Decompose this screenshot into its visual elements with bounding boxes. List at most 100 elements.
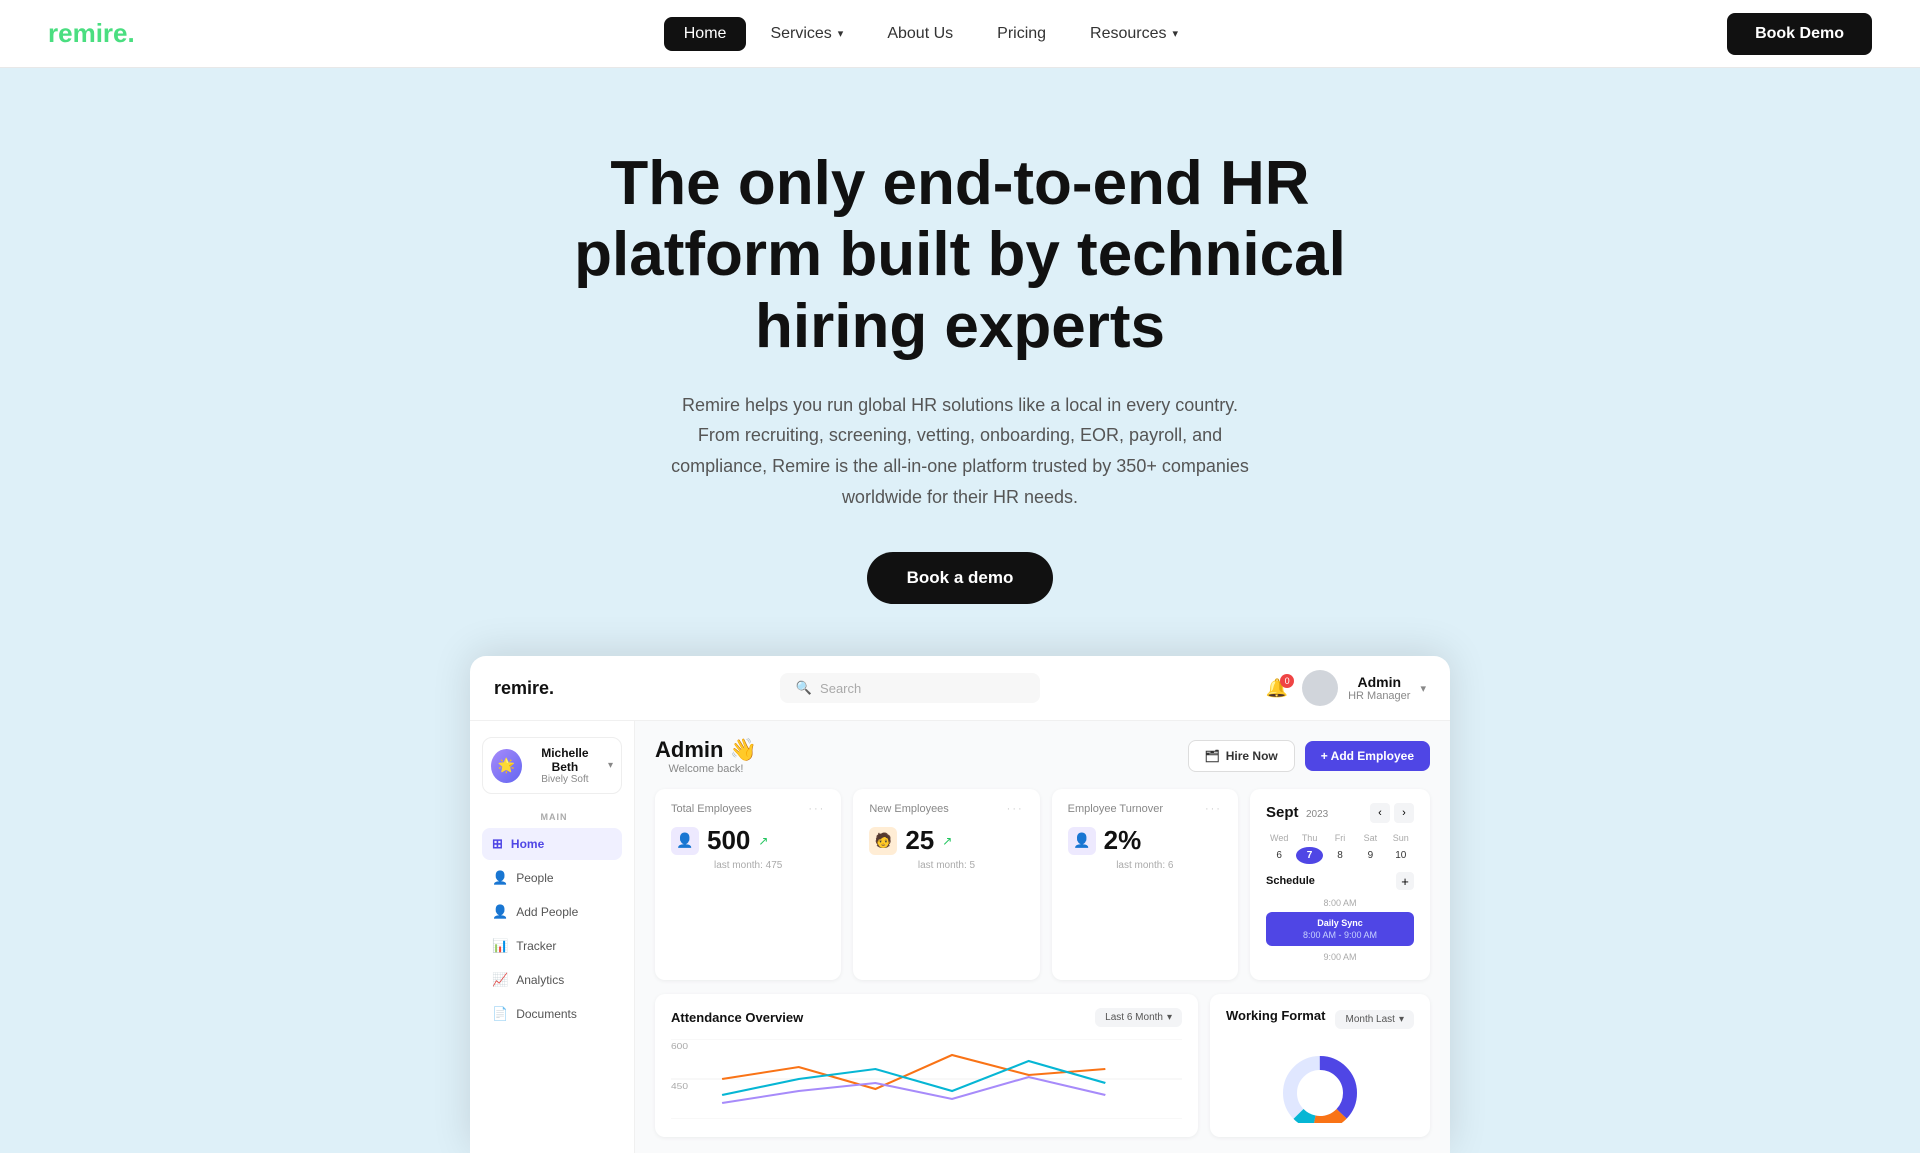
db-body: 🌟 Michelle Beth Bively Soft ▾ MAIN ⊞ Hom… xyxy=(470,721,1450,1153)
sidebar-item-people[interactable]: 👤 People xyxy=(482,862,622,894)
cal-date-6[interactable]: 6 xyxy=(1266,847,1292,864)
wf-filter-label: Month Last xyxy=(1345,1014,1394,1025)
user-chevron-icon: ▾ xyxy=(1420,682,1426,695)
hero-subtitle: Remire helps you run global HR solutions… xyxy=(670,390,1250,512)
turnover-icon: 👤 xyxy=(1068,827,1096,855)
people-icon: 👤 xyxy=(492,870,508,886)
attendance-title: Attendance Overview xyxy=(671,1010,803,1025)
stat-card-turnover: Employee Turnover ··· 👤 2% last month: 6 xyxy=(1052,789,1238,980)
db-user-info[interactable]: Admin HR Manager ▾ xyxy=(1302,670,1426,706)
resources-chevron-icon: ▾ xyxy=(1173,27,1179,40)
schedule-time-1: 8:00 AM xyxy=(1266,898,1414,908)
attendance-filter-label: Last 6 Month xyxy=(1105,1012,1163,1023)
calendar-next-button[interactable]: › xyxy=(1394,803,1414,823)
profile-chevron-icon: ▾ xyxy=(608,760,613,771)
services-chevron-icon: ▾ xyxy=(838,27,844,40)
analytics-icon: 📈 xyxy=(492,972,508,988)
turnover-sub: last month: 6 xyxy=(1068,860,1222,871)
add-employee-button[interactable]: + Add Employee xyxy=(1305,741,1430,771)
new-employees-sub: last month: 5 xyxy=(869,860,1023,871)
db-username: Admin xyxy=(1348,674,1410,690)
cal-date-7-today[interactable]: 7 xyxy=(1296,847,1322,864)
card-menu-icon[interactable]: ··· xyxy=(1007,803,1024,815)
db-search-bar[interactable]: 🔍 Search xyxy=(780,673,1040,703)
trend-up-icon-2: ↗ xyxy=(942,834,952,848)
db-sidebar: 🌟 Michelle Beth Bively Soft ▾ MAIN ⊞ Hom… xyxy=(470,721,635,1153)
turnover-value: 2% xyxy=(1104,825,1142,856)
svg-text:450: 450 xyxy=(671,1082,688,1091)
sidebar-people-label: People xyxy=(516,871,553,885)
home-icon: ⊞ xyxy=(492,836,503,852)
db-role: HR Manager xyxy=(1348,690,1410,702)
total-employees-label: Total Employees xyxy=(671,803,752,815)
notification-bell[interactable]: 🔔 0 xyxy=(1266,678,1288,699)
notification-badge: 0 xyxy=(1280,674,1294,688)
card-menu-icon[interactable]: ··· xyxy=(808,803,825,815)
cal-day-wed: Wed xyxy=(1266,833,1292,843)
filter-chevron-icon: ▾ xyxy=(1167,1012,1172,1023)
welcome-sub: Welcome back! xyxy=(655,763,757,775)
attendance-filter-button[interactable]: Last 6 Month ▾ xyxy=(1095,1008,1182,1027)
wf-filter-chevron-icon: ▾ xyxy=(1399,1014,1404,1025)
dashboard-preview: remire. 🔍 Search 🔔 0 Admin HR Manager ▾ xyxy=(470,656,1450,1153)
sidebar-documents-label: Documents xyxy=(516,1007,577,1021)
turnover-label: Employee Turnover xyxy=(1068,803,1163,815)
db-main-content: Admin 👋 Welcome back! 🗂 Hire Now + Add E… xyxy=(635,721,1450,1153)
db-user-area: 🔔 0 Admin HR Manager ▾ xyxy=(1266,670,1426,706)
working-format-title: Working Format xyxy=(1226,1008,1325,1023)
schedule-event[interactable]: Daily Sync 8:00 AM - 9:00 AM xyxy=(1266,912,1414,946)
sidebar-item-documents[interactable]: 📄 Documents xyxy=(482,998,622,1030)
working-format-chart xyxy=(1226,1043,1414,1123)
stats-row: Total Employees ··· 👤 500 ↗ last month: … xyxy=(655,789,1430,980)
nav-home[interactable]: Home xyxy=(664,17,747,51)
profile-avatar: 🌟 xyxy=(491,749,522,783)
nav-about[interactable]: About Us xyxy=(867,17,973,51)
nav-resources[interactable]: Resources ▾ xyxy=(1070,17,1198,51)
working-format-filter-button[interactable]: Month Last ▾ xyxy=(1335,1010,1414,1029)
nav-services[interactable]: Services ▾ xyxy=(750,17,863,51)
hire-now-button[interactable]: 🗂 Hire Now xyxy=(1188,740,1295,772)
working-format-donut xyxy=(1260,1043,1380,1123)
sidebar-profile[interactable]: 🌟 Michelle Beth Bively Soft ▾ xyxy=(482,737,622,794)
cal-day-fri: Fri xyxy=(1327,833,1353,843)
attendance-chart-svg: 600 450 xyxy=(671,1039,1182,1119)
hero-title: The only end-to-end HR platform built by… xyxy=(560,148,1360,362)
db-header: remire. 🔍 Search 🔔 0 Admin HR Manager ▾ xyxy=(470,656,1450,721)
trend-up-icon: ↗ xyxy=(758,834,768,848)
db-main-header: Admin 👋 Welcome back! 🗂 Hire Now + Add E… xyxy=(655,737,1430,775)
sidebar-item-add-people[interactable]: 👤 Add People xyxy=(482,896,622,928)
calendar-card: Sept 2023 ‹ › Wed Thu Fri xyxy=(1250,789,1430,980)
db-logo: remire. xyxy=(494,678,554,699)
event-title: Daily Sync xyxy=(1274,918,1406,928)
schedule-time-2: 9:00 AM xyxy=(1266,952,1414,962)
nav-pricing[interactable]: Pricing xyxy=(977,17,1066,51)
cal-date-9[interactable]: 9 xyxy=(1357,847,1383,864)
cal-date-8[interactable]: 8 xyxy=(1327,847,1353,864)
schedule-label: Schedule xyxy=(1266,875,1315,887)
sidebar-item-analytics[interactable]: 📈 Analytics xyxy=(482,964,622,996)
sidebar-add-people-label: Add People xyxy=(516,905,578,919)
bottom-row: Attendance Overview Last 6 Month ▾ xyxy=(655,994,1430,1137)
sidebar-item-home[interactable]: ⊞ Home xyxy=(482,828,622,860)
search-placeholder: Search xyxy=(820,681,861,696)
card-menu-icon[interactable]: ··· xyxy=(1205,803,1222,815)
new-employees-value: 25 xyxy=(905,825,934,856)
cal-date-10[interactable]: 10 xyxy=(1388,847,1414,864)
nav-links: Home Services ▾ About Us Pricing Resourc… xyxy=(664,17,1198,51)
attendance-chart: 600 450 xyxy=(671,1039,1182,1119)
hero-cta-button[interactable]: Book a demo xyxy=(867,552,1054,604)
cal-day-thu: Thu xyxy=(1296,833,1322,843)
book-demo-button[interactable]: Book Demo xyxy=(1727,13,1872,55)
avatar xyxy=(1302,670,1338,706)
calendar-days: Wed Thu Fri Sat Sun 6 7 8 9 10 xyxy=(1266,833,1414,864)
cal-day-sat: Sat xyxy=(1357,833,1383,843)
add-people-icon: 👤 xyxy=(492,904,508,920)
attendance-overview-card: Attendance Overview Last 6 Month ▾ xyxy=(655,994,1198,1137)
sidebar-section-label: MAIN xyxy=(486,812,622,822)
new-employees-icon: 🧑 xyxy=(869,827,897,855)
event-time: 8:00 AM - 9:00 AM xyxy=(1274,930,1406,940)
tracker-icon: 📊 xyxy=(492,938,508,954)
logo: remire. xyxy=(48,18,135,49)
calendar-prev-button[interactable]: ‹ xyxy=(1370,803,1390,823)
sidebar-item-tracker[interactable]: 📊 Tracker xyxy=(482,930,622,962)
